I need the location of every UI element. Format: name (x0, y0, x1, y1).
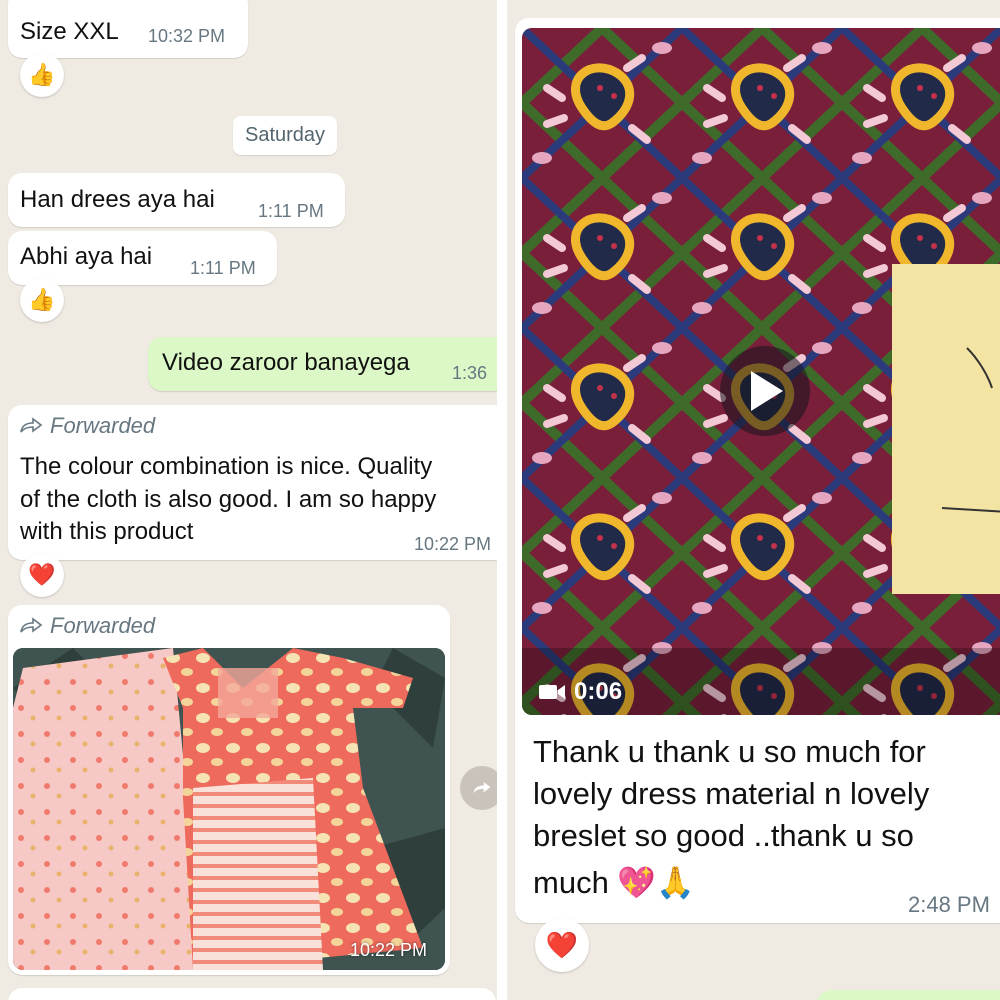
outgoing-message-bubble[interactable] (817, 990, 1000, 1000)
forwarded-message-bubble[interactable]: Forwarded The colour combination is nice… (8, 405, 497, 560)
forwarded-label: Forwarded (18, 413, 155, 439)
video-camera-icon (539, 685, 565, 699)
forward-arrow-icon (20, 417, 43, 433)
message-time: 10:22 PM (414, 534, 492, 554)
message-bubble[interactable]: Han drees aya hai 1:11 PM (8, 173, 345, 227)
screenshot-divider (497, 0, 507, 1000)
left-chat-screenshot: Size XXL 10:32 PM 👍 Saturday Han drees a… (0, 0, 497, 1000)
forwarded-label: Forwarded (18, 613, 155, 639)
message-text: Size XXL (20, 18, 119, 45)
message-time: 2:48 PM (908, 892, 990, 917)
message-time: 1:11 PM (258, 201, 324, 221)
video-duration: 0:06 (538, 678, 622, 706)
message-bubble[interactable] (8, 988, 496, 1000)
reaction-thumbs-up[interactable]: 👍 (20, 278, 64, 322)
outgoing-message-bubble[interactable]: Video zaroor banayega 1:36 (148, 337, 497, 391)
share-forward-icon (473, 782, 491, 794)
message-time: 1:36 (452, 363, 488, 383)
message-bubble[interactable]: Size XXL 10:32 PM (8, 0, 248, 58)
message-text: Abhi aya hai (20, 243, 153, 270)
message-line: Thank u thank u so much for (533, 734, 926, 769)
message-time: 10:32 PM (148, 26, 226, 46)
photo-time: 10:22 PM (350, 940, 428, 960)
message-line: of the cloth is also good. I am so happy (20, 486, 437, 513)
message-time: 1:11 PM (190, 258, 256, 278)
reaction-heart[interactable]: ❤️ (20, 553, 64, 597)
day-divider: Saturday (233, 116, 338, 155)
message-line: The colour combination is nice. Quality (20, 453, 433, 480)
message-line: breslet so good ..thank u so (533, 818, 914, 853)
right-chat-screenshot: 0:06 Thank u thank u so much for lovely … (507, 0, 1000, 1000)
video-message-bubble[interactable]: 0:06 Thank u thank u so much for lovely … (515, 18, 1000, 923)
message-text: Han drees aya hai (20, 186, 215, 213)
play-icon (751, 371, 783, 411)
dress-photo-graphic (13, 648, 445, 970)
video-thumbnail[interactable]: 0:06 (522, 28, 1000, 715)
dress-photo[interactable]: 10:22 PM (13, 648, 445, 970)
play-button[interactable] (720, 346, 810, 436)
share-forward-button[interactable] (460, 766, 497, 810)
reaction-heart[interactable]: ❤️ (535, 918, 589, 972)
forward-arrow-icon (20, 617, 43, 633)
message-bubble[interactable]: Abhi aya hai 1:11 PM (8, 231, 277, 285)
forwarded-photo-bubble[interactable]: Forwarded 10:22 PM (8, 605, 450, 975)
message-line: lovely dress material n lovely (533, 776, 930, 811)
message-text: Video zaroor banayega (162, 349, 410, 376)
reaction-thumbs-up[interactable]: 👍 (20, 53, 64, 97)
message-line: much 💖🙏 (533, 865, 695, 900)
message-line: with this product (20, 518, 194, 545)
